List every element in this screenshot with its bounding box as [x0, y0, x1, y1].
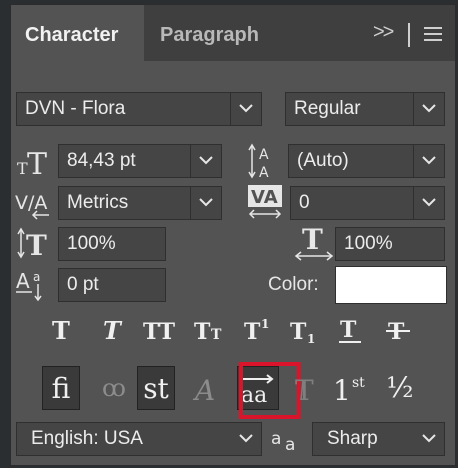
kerning-icon: V/A: [15, 192, 49, 220]
anti-aliasing-value: Sharp: [327, 428, 378, 449]
vertical-scale-input[interactable]: [58, 227, 166, 261]
font-style-value: Regular: [294, 98, 361, 119]
color-swatch[interactable]: [335, 266, 447, 304]
tab-bar: Character Paragraph >>: [11, 5, 455, 61]
chevron-down-icon[interactable]: [413, 187, 444, 219]
svg-text:TT: TT: [143, 319, 176, 344]
tracking-icon: VA: [248, 185, 282, 219]
expand-panels-icon[interactable]: >>: [373, 21, 394, 44]
fractions-button[interactable]: ½: [381, 366, 419, 410]
character-panel: Character Paragraph >> DVN - Flora Regul…: [10, 4, 456, 466]
faux-italic-button[interactable]: T: [96, 316, 130, 346]
svg-text:1: 1: [307, 332, 315, 344]
chevron-down-icon[interactable]: [190, 145, 221, 177]
font-style-dropdown[interactable]: Regular: [285, 92, 445, 126]
subscript-button[interactable]: T1: [288, 316, 324, 346]
discretionary-ligatures-button[interactable]: st: [137, 366, 175, 410]
underline-button[interactable]: T: [333, 316, 367, 346]
tab-character[interactable]: Character: [11, 5, 144, 61]
svg-text:A: A: [192, 374, 215, 407]
color-label: Color:: [268, 274, 319, 295]
font-size-icon: T T: [17, 147, 47, 176]
chevron-down-icon[interactable]: [413, 93, 444, 125]
titling-alternates-button[interactable]: T: [287, 366, 325, 410]
svg-text:1: 1: [333, 374, 351, 407]
kerning-dropdown[interactable]: Metrics: [58, 186, 222, 220]
svg-text:V/A: V/A: [15, 192, 47, 214]
baseline-shift-input[interactable]: [58, 268, 166, 302]
font-family-dropdown[interactable]: DVN - Flora: [16, 92, 262, 126]
chevron-down-icon[interactable]: [230, 93, 261, 125]
chevron-down-icon[interactable]: [231, 423, 261, 455]
font-family-value: DVN - Flora: [25, 98, 126, 119]
chevron-down-icon[interactable]: [413, 145, 444, 177]
leading-value: (Auto): [297, 150, 349, 171]
ordinals-button[interactable]: 1st: [331, 366, 377, 410]
svg-text:T: T: [103, 316, 123, 344]
tab-divider: [408, 23, 410, 47]
panel-menu-icon[interactable]: [424, 27, 442, 45]
strikethrough-button[interactable]: T: [381, 316, 415, 346]
contextual-alternates-button[interactable]: ꝏ: [95, 366, 133, 410]
all-caps-button[interactable]: TT: [142, 316, 182, 346]
font-size-dropdown[interactable]: 84,43 pt: [58, 144, 222, 178]
svg-text:T: T: [211, 327, 222, 343]
language-dropdown[interactable]: English: USA: [16, 422, 262, 456]
svg-text:T: T: [302, 225, 323, 256]
chevron-down-icon[interactable]: [190, 187, 221, 219]
anti-aliasing-dropdown[interactable]: Sharp: [312, 422, 445, 456]
svg-text:a: a: [33, 270, 40, 284]
svg-text:T: T: [26, 229, 47, 259]
svg-text:A: A: [259, 147, 269, 163]
tracking-value: 0: [299, 192, 310, 213]
vertical-scale-icon: T: [17, 227, 47, 259]
leading-icon: A A: [248, 143, 269, 180]
chevron-down-icon[interactable]: [414, 423, 444, 455]
tracking-dropdown[interactable]: 0: [290, 186, 445, 220]
svg-text:T: T: [295, 374, 314, 407]
standard-ligatures-button[interactable]: fi: [42, 366, 80, 410]
leading-dropdown[interactable]: (Auto): [288, 144, 445, 178]
tab-paragraph[interactable]: Paragraph: [146, 5, 281, 61]
svg-text:A: A: [259, 165, 269, 180]
anti-aliasing-icon: a a: [271, 429, 295, 455]
svg-text:a: a: [271, 429, 281, 449]
svg-text:A: A: [16, 269, 30, 293]
swash-button[interactable]: A: [189, 366, 227, 410]
svg-text:1: 1: [261, 317, 269, 331]
horizontal-scale-icon: T: [294, 225, 334, 261]
svg-text:a: a: [285, 435, 295, 455]
faux-bold-button[interactable]: T: [46, 316, 80, 346]
svg-text:T: T: [52, 316, 70, 344]
svg-text:st: st: [352, 375, 365, 391]
svg-text:T: T: [194, 319, 211, 344]
svg-text:T: T: [290, 319, 307, 344]
kerning-value: Metrics: [67, 192, 129, 213]
language-value: English: USA: [31, 428, 143, 449]
font-size-value: 84,43 pt: [67, 150, 136, 171]
svg-text:T: T: [340, 317, 357, 343]
small-caps-button[interactable]: TT: [193, 316, 233, 346]
baseline-shift-icon: A a: [16, 269, 42, 302]
horizontal-scale-input[interactable]: [335, 227, 445, 261]
svg-text:VA: VA: [251, 187, 278, 208]
svg-text:T: T: [244, 319, 261, 344]
svg-text:T: T: [27, 147, 47, 176]
superscript-button[interactable]: T1: [242, 316, 278, 346]
